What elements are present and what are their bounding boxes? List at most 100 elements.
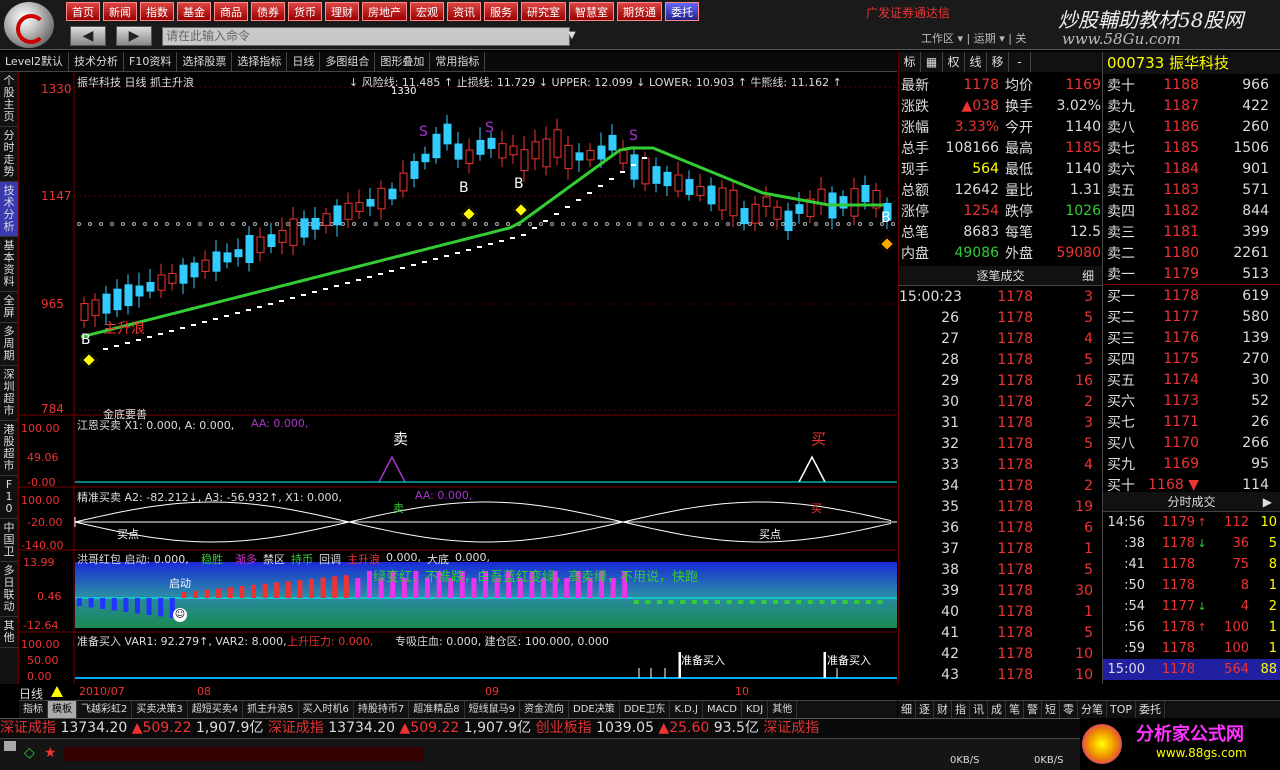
indicator-tab[interactable]: 超准精品8 xyxy=(409,701,465,718)
toolbar-item[interactable]: 技术分析 xyxy=(69,52,125,72)
right-tab[interactable]: 短 xyxy=(1042,701,1060,718)
left-tab[interactable]: 基本资料 xyxy=(0,237,18,292)
menu-item[interactable]: 商品 xyxy=(214,2,248,21)
sell-level[interactable]: 卖六 1184 901 xyxy=(1103,158,1280,179)
indicator-tab[interactable]: 指标 xyxy=(19,701,48,718)
ticker-item[interactable]: ▲509.22 xyxy=(400,720,464,736)
sell-level[interactable]: 卖十 1188 966 xyxy=(1103,74,1280,95)
left-tab[interactable]: F10 xyxy=(0,476,18,519)
toolbar-item[interactable]: 选择股票 xyxy=(177,52,233,72)
scroll-left-icon[interactable]: ◇ xyxy=(24,745,35,761)
menu-item[interactable]: 指数 xyxy=(140,2,174,21)
menu-item[interactable]: 房地产 xyxy=(362,2,407,21)
ticker-item[interactable]: 93.5亿 xyxy=(714,720,764,736)
buy-level[interactable]: 买三 1176 139 xyxy=(1103,327,1280,348)
right-tab[interactable]: 零 xyxy=(1060,701,1078,718)
left-tab[interactable]: 港股超市 xyxy=(0,421,18,476)
sell-level[interactable]: 卖八 1186 260 xyxy=(1103,116,1280,137)
menu-item[interactable]: 委托 xyxy=(665,2,699,21)
toolbar-item[interactable]: Level2默认 xyxy=(0,52,70,72)
star-icon[interactable]: ★ xyxy=(44,745,57,761)
minute-expand-icon[interactable]: ▶ xyxy=(1263,492,1272,512)
app-logo[interactable] xyxy=(4,2,54,48)
right-tab[interactable]: 警 xyxy=(1024,701,1042,718)
quote-tab[interactable]: 移 xyxy=(987,52,1009,72)
right-tab[interactable]: 指 xyxy=(952,701,970,718)
buy-level[interactable]: 买七 1171 26 xyxy=(1103,411,1280,432)
right-tab[interactable]: 逐 xyxy=(916,701,934,718)
right-tab[interactable]: 委托 xyxy=(1136,701,1166,718)
ticker-item[interactable]: 13734.20 xyxy=(60,720,131,736)
menu-item[interactable]: 新闻 xyxy=(103,2,137,21)
ticker-item[interactable]: ▲509.22 xyxy=(132,720,196,736)
right-tab[interactable]: 讯 xyxy=(970,701,988,718)
buy-level[interactable]: 买五 1174 30 xyxy=(1103,369,1280,390)
ticker-item[interactable]: 1039.05 xyxy=(596,720,658,736)
back-button[interactable]: ◀ xyxy=(70,26,106,46)
left-tab[interactable]: 个股主页 xyxy=(0,72,18,127)
buy-level[interactable]: 买一 1178 619 xyxy=(1103,285,1280,306)
toolbar-item[interactable]: 多图组合 xyxy=(320,52,376,72)
left-tab[interactable]: 多周期 xyxy=(0,323,18,366)
indicator-tab[interactable]: KDJ xyxy=(742,701,769,718)
right-tab[interactable]: 财 xyxy=(934,701,952,718)
mail-icon[interactable] xyxy=(4,741,16,751)
indicator-tab[interactable]: DDE决策 xyxy=(569,701,620,718)
ticker-item[interactable]: 深证成指 xyxy=(763,720,819,736)
toolbar-item[interactable]: 常用指标 xyxy=(430,52,486,72)
toolbar-item[interactable]: 图形叠加 xyxy=(375,52,431,72)
indicator-tab[interactable]: 买卖决策3 xyxy=(132,701,188,718)
left-tab[interactable]: 其他 xyxy=(0,617,18,648)
buy-level[interactable]: 买六 1173 52 xyxy=(1103,390,1280,411)
menu-item[interactable]: 债券 xyxy=(251,2,285,21)
news-scroller[interactable] xyxy=(64,747,424,761)
menu-item[interactable]: 基金 xyxy=(177,2,211,21)
menu-item[interactable]: 宏观 xyxy=(410,2,444,21)
toolbar-item[interactable]: 日线 xyxy=(287,52,321,72)
right-tab[interactable]: 成 xyxy=(988,701,1006,718)
menu-item[interactable]: 智慧室 xyxy=(569,2,614,21)
menu-item[interactable]: 研究室 xyxy=(521,2,566,21)
menu-item[interactable]: 期货通 xyxy=(617,2,662,21)
indicator-tab[interactable]: 抓主升浪5 xyxy=(243,701,299,718)
sell-level[interactable]: 卖三 1181 399 xyxy=(1103,221,1280,242)
sell-level[interactable]: 卖一 1179 513 xyxy=(1103,263,1280,284)
menu-item[interactable]: 资讯 xyxy=(447,2,481,21)
ticker-item[interactable]: 创业板指 xyxy=(536,720,596,736)
sell-level[interactable]: 卖二 1180 2261 xyxy=(1103,242,1280,263)
indicator-tab[interactable]: 资金流向 xyxy=(520,701,569,718)
ticker-item[interactable]: 13734.20 xyxy=(328,720,399,736)
menu-item[interactable]: 首页 xyxy=(66,2,100,21)
buy-level[interactable]: 买九 1169 95 xyxy=(1103,453,1280,474)
left-tab[interactable]: 全屏 xyxy=(0,292,18,323)
indicator-tab[interactable]: 模板 xyxy=(48,701,77,718)
ticker-item[interactable]: 深证成指 xyxy=(268,720,328,736)
menu-item[interactable]: 服务 xyxy=(484,2,518,21)
left-tab[interactable]: 多日联动 xyxy=(0,562,18,617)
ticker-item[interactable]: 1,907.9亿 xyxy=(464,720,536,736)
indicator-tab[interactable]: 持股持币7 xyxy=(354,701,410,718)
left-tab[interactable]: 技术分析 xyxy=(0,182,18,237)
sell-level[interactable]: 卖五 1183 571 xyxy=(1103,179,1280,200)
ticker-item[interactable]: 深证成指 xyxy=(0,720,60,736)
menu-item[interactable]: 货币 xyxy=(288,2,322,21)
forward-button[interactable]: ▶ xyxy=(116,26,152,46)
quote-tab[interactable]: ▦ xyxy=(921,52,943,72)
right-tab[interactable]: 细 xyxy=(898,701,916,718)
right-tab[interactable]: 分笔 xyxy=(1078,701,1107,718)
indicator-tab[interactable]: DDE卫东 xyxy=(620,701,671,718)
workspace-menu[interactable]: 工作区 ▾ | 运期 ▾ | 关 xyxy=(921,30,1026,46)
indicator-tab[interactable]: 其他 xyxy=(768,701,798,718)
buy-level[interactable]: 买四 1175 270 xyxy=(1103,348,1280,369)
buy-level[interactable]: 买八 1170 266 xyxy=(1103,432,1280,453)
left-tab[interactable]: 中国卫 xyxy=(0,519,18,562)
tick-detail-button[interactable]: 细 xyxy=(1082,266,1094,286)
left-tab[interactable]: 分时走势 xyxy=(0,127,18,182)
quote-tab[interactable]: - xyxy=(1009,52,1031,72)
ticker-item[interactable]: ▲25.60 xyxy=(658,720,713,736)
indicator-tab[interactable]: 买入时机6 xyxy=(299,701,354,718)
indicator-tab[interactable]: MACD xyxy=(703,701,742,718)
right-tab[interactable]: TOP xyxy=(1107,701,1137,718)
command-input[interactable]: 请在此输入命令 xyxy=(162,27,570,46)
ad-banner[interactable]: 分析家公式网 www.88gs.com xyxy=(1080,718,1280,770)
